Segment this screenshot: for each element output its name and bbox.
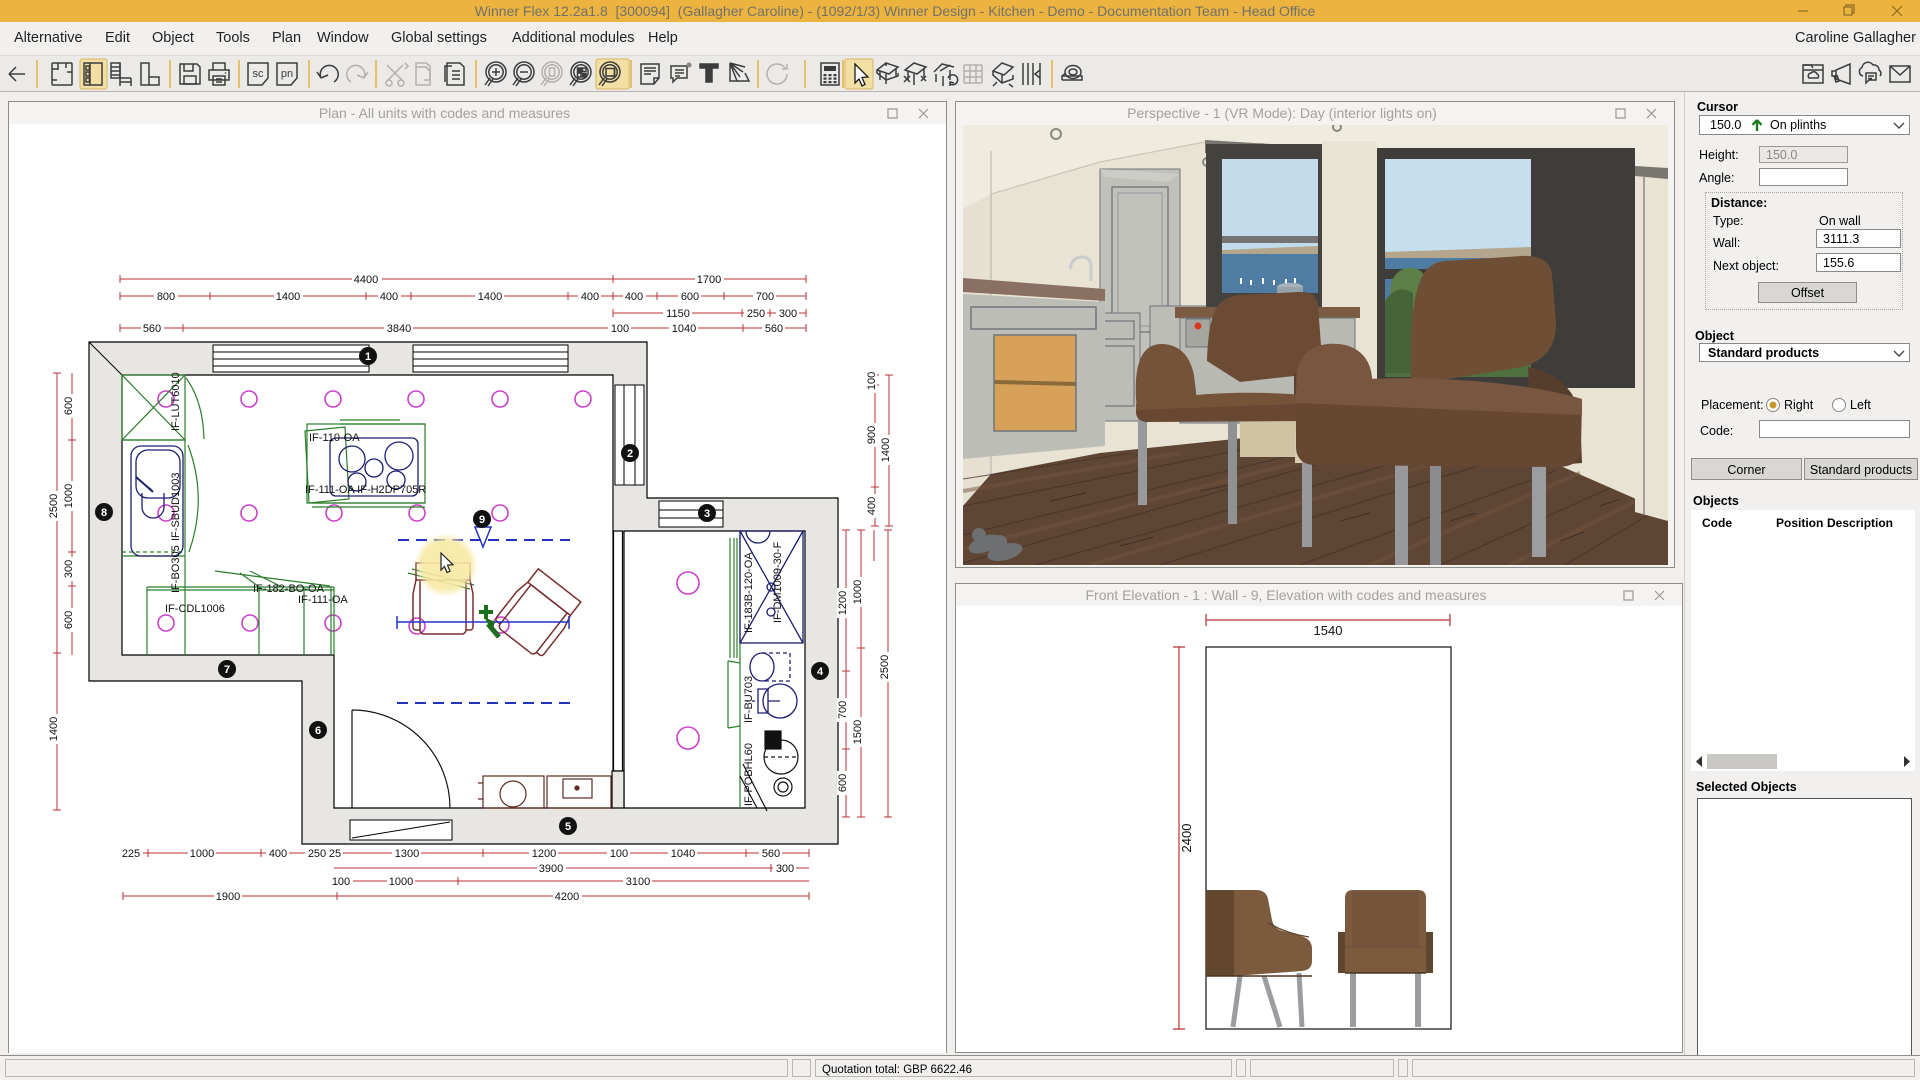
svg-text:IF-CDL1006: IF-CDL1006: [165, 603, 225, 615]
svg-text:700: 700: [756, 291, 774, 303]
svg-text:sc: sc: [253, 68, 265, 80]
svg-text:400: 400: [380, 291, 398, 303]
svg-text:6: 6: [315, 725, 321, 737]
svg-text:1000: 1000: [852, 580, 864, 604]
svg-text:600: 600: [63, 611, 75, 629]
svg-text:IF-BU703: IF-BU703: [743, 676, 755, 723]
svg-text:600: 600: [681, 291, 699, 303]
svg-text:1200: 1200: [532, 848, 556, 860]
svg-text:1000: 1000: [63, 484, 75, 508]
svg-text:300: 300: [63, 560, 75, 578]
svg-text:400: 400: [625, 291, 643, 303]
svg-text:7: 7: [224, 664, 230, 676]
svg-text:pn: pn: [281, 68, 293, 80]
svg-text:5: 5: [565, 821, 571, 833]
svg-text:1400: 1400: [276, 291, 300, 303]
svg-text:4200: 4200: [555, 891, 579, 903]
svg-text:4400: 4400: [354, 274, 378, 286]
svg-text:560: 560: [765, 323, 783, 335]
svg-text:1400: 1400: [478, 291, 502, 303]
svg-text:IF-LUT6010: IF-LUT6010: [170, 372, 182, 431]
svg-text:1400: 1400: [48, 717, 60, 741]
svg-text:25: 25: [329, 848, 341, 860]
svg-text:225: 225: [122, 848, 140, 860]
svg-text:1700: 1700: [697, 274, 721, 286]
svg-text:100: 100: [866, 372, 878, 390]
svg-text:1900: 1900: [216, 891, 240, 903]
svg-text:100: 100: [610, 848, 628, 860]
svg-text:IF-183B-120-OA: IF-183B-120-OA: [743, 552, 755, 633]
svg-text:IF-111-OA: IF-111-OA: [298, 594, 348, 606]
svg-text:3900: 3900: [539, 863, 563, 875]
svg-text:800: 800: [157, 291, 175, 303]
svg-text:300: 300: [779, 308, 797, 320]
svg-text:3840: 3840: [387, 323, 411, 335]
svg-text:250: 250: [747, 308, 765, 320]
svg-text:3: 3: [704, 508, 710, 520]
svg-text:IF-BO305: IF-BO305: [170, 545, 182, 593]
svg-text:1: 1: [365, 351, 371, 363]
svg-text:3100: 3100: [626, 876, 650, 888]
svg-text:2500: 2500: [48, 494, 60, 518]
svg-text:100: 100: [611, 323, 629, 335]
svg-text:2400: 2400: [1179, 824, 1194, 853]
svg-text:700: 700: [837, 701, 849, 719]
svg-text:1540: 1540: [1314, 623, 1343, 638]
svg-text:600: 600: [837, 774, 849, 792]
svg-text:400: 400: [866, 497, 878, 515]
svg-text:600: 600: [63, 397, 75, 415]
svg-text:400: 400: [581, 291, 599, 303]
svg-text:IF-111-OA IF-H2DP705R: IF-111-OA IF-H2DP705R: [305, 484, 426, 496]
svg-text:400: 400: [269, 848, 287, 860]
svg-text:IF-110-OA: IF-110-OA: [309, 432, 360, 444]
svg-text:100: 100: [332, 876, 350, 888]
svg-text:560: 560: [762, 848, 780, 860]
svg-text:9: 9: [479, 514, 485, 526]
svg-text:8: 8: [101, 507, 107, 519]
svg-text:250: 250: [308, 848, 326, 860]
svg-text:2500: 2500: [879, 655, 891, 679]
svg-text:1400: 1400: [880, 438, 892, 462]
svg-text:4: 4: [817, 666, 824, 678]
svg-text:1040: 1040: [672, 323, 696, 335]
svg-text:1500: 1500: [852, 720, 864, 744]
svg-text:1000: 1000: [389, 876, 413, 888]
svg-text:1150: 1150: [666, 308, 690, 320]
svg-text:IF-POBHL60: IF-POBHL60: [743, 743, 755, 806]
svg-text:1200: 1200: [837, 591, 849, 615]
svg-text:2: 2: [627, 448, 633, 460]
svg-text:1000: 1000: [190, 848, 214, 860]
svg-text:900: 900: [866, 426, 878, 444]
svg-text:560: 560: [143, 323, 161, 335]
svg-text:IF-SBUD1003: IF-SBUD1003: [170, 473, 182, 541]
svg-text:1300: 1300: [395, 848, 419, 860]
svg-text:1040: 1040: [671, 848, 695, 860]
svg-text:300: 300: [776, 863, 794, 875]
svg-text:IF-DM1009-30-F: IF-DM1009-30-F: [772, 541, 784, 623]
